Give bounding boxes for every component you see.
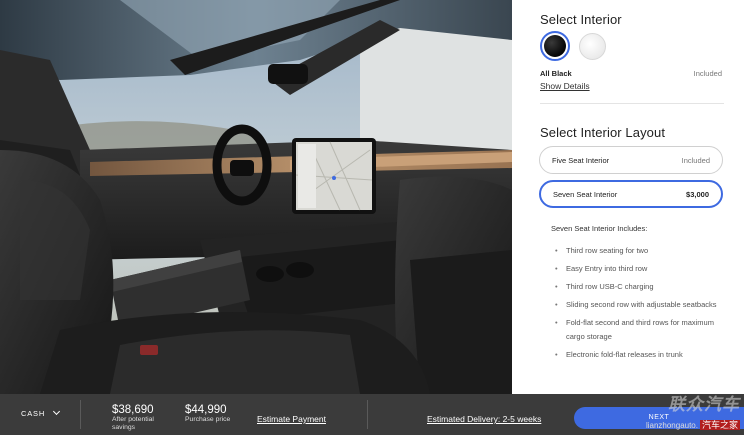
watermark: 联众汽车 lianzhongauto. 汽车之家 [646, 390, 740, 433]
list-item: Third row seating for two [555, 244, 725, 258]
savings-price: $38,690 [112, 404, 154, 416]
bottom-bar: CASH $38,690 After potential savings $44… [0, 394, 744, 435]
list-item: Sliding second row with adjustable seatb… [555, 298, 725, 312]
bar-divider [367, 400, 368, 429]
option-label: Seven Seat Interior [553, 189, 618, 199]
list-item: Third row USB-C charging [555, 280, 725, 294]
list-item: Fold-flat second and third rows for maxi… [555, 316, 725, 343]
selected-interior-status: Included [693, 69, 722, 78]
watermark-url: lianzhongauto. [645, 421, 698, 430]
savings-price-block: $38,690 After potential savings [112, 404, 172, 431]
chevron-down-icon [53, 407, 61, 416]
option-price: $3,000 [686, 189, 709, 199]
estimated-delivery-link[interactable]: Estimated Delivery: 2-5 weeks [427, 414, 541, 424]
includes-title: Seven Seat Interior Includes: [551, 224, 648, 233]
option-five-seat[interactable]: Five Seat Interior Included [539, 146, 723, 174]
watermark-logo: 联众汽车 [668, 395, 740, 414]
configurator-panel: Select Interior All Black Included Show … [512, 0, 744, 394]
section-divider [540, 103, 724, 104]
purchase-label: Purchase price [185, 416, 231, 423]
list-item: Easy Entry into third row [555, 262, 725, 276]
interior-illustration [0, 0, 512, 394]
interior-photo [0, 0, 512, 394]
selected-interior-name: All Black [540, 69, 572, 78]
purchase-price-block: $44,990 Purchase price [185, 404, 230, 424]
payment-type-label: CASH [21, 409, 46, 418]
swatch-all-black-fill [544, 35, 566, 57]
option-price: Included [681, 155, 710, 165]
purchase-price: $44,990 [185, 404, 227, 416]
bar-divider [80, 400, 81, 429]
swatch-all-black[interactable] [540, 31, 570, 61]
feature-list: Third row seating for two Easy Entry int… [555, 244, 725, 366]
option-label: Five Seat Interior [552, 155, 610, 165]
payment-type-select[interactable]: CASH [21, 407, 61, 418]
show-details-link[interactable]: Show Details [540, 81, 590, 91]
swatch-black-and-white[interactable] [579, 33, 606, 60]
option-seven-seat[interactable]: Seven Seat Interior $3,000 [539, 180, 723, 208]
interior-section-title: Select Interior [540, 12, 622, 27]
savings-label: After potential savings [112, 416, 154, 431]
watermark-tag: 汽车之家 [699, 420, 740, 430]
list-item: Electronic fold-flat releases in trunk [555, 348, 725, 362]
estimate-payment-link[interactable]: Estimate Payment [257, 414, 326, 424]
layout-section-title: Select Interior Layout [540, 125, 666, 140]
